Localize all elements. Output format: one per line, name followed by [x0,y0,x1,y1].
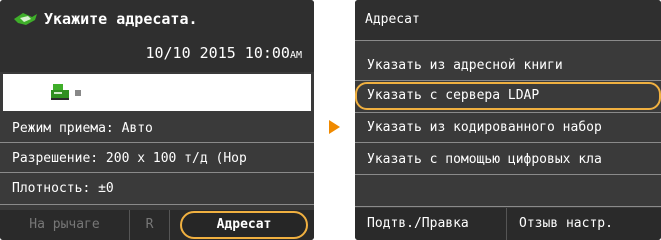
next-arrow-icon [329,120,340,134]
date-time-text: 10/10 2015 10:00 [145,44,290,62]
recipient-screen: Адресат Указать из адресной книги Указат… [355,0,661,240]
page-title: Адресат [365,12,420,27]
divider [355,206,661,207]
recipient-header: Адресат [355,0,661,40]
menu-item-numeric-keys[interactable]: Указать с помощью цифровых кла [355,146,661,174]
fax-icon [51,84,69,100]
tab-bar: На рычаге R Адресат [0,210,314,240]
bottom-bar: Подтв./Правка Отзыв настр. [355,208,661,240]
cursor-dot-icon [75,90,81,96]
recipient-bird-icon [14,13,37,25]
resolution-row[interactable]: Разрешение: 200 x 100 т/д (Нор [0,146,314,172]
status-header: Укажите адресата. 10/10 2015 10:00AM [0,0,314,72]
divider [355,142,661,143]
divider [355,112,661,113]
menu-item-address-book[interactable]: Указать из адресной книги [355,52,661,80]
divider [355,80,661,81]
divider [0,204,314,205]
menu-item-ldap-server[interactable]: Указать с сервера LDAP [355,82,661,110]
fax-main-screen: Укажите адресата. 10/10 2015 10:00AM Реж… [0,0,314,240]
density-row[interactable]: Плотность: ±0 [0,176,314,202]
confirm-edit-button[interactable]: Подтв./Правка [355,208,507,240]
destination-field[interactable] [3,74,311,111]
r-button[interactable]: R [130,210,170,240]
receive-mode-row[interactable]: Режим приема: Авто [0,116,314,142]
on-hook-button[interactable]: На рычаге [0,210,130,240]
divider [0,172,314,173]
divider [355,174,661,175]
am-pm: AM [289,50,302,61]
recall-settings-button[interactable]: Отзыв настр. [507,208,661,240]
menu-item-coded-dial[interactable]: Указать из кодированного набор [355,114,661,142]
recipient-prompt: Укажите адресата. [12,10,198,28]
divider [355,40,661,41]
recipient-prompt-text: Укажите адресата. [44,10,198,28]
date-time: 10/10 2015 10:00AM [145,44,302,62]
divider [0,142,314,143]
recipient-button[interactable]: Адресат [180,211,308,239]
